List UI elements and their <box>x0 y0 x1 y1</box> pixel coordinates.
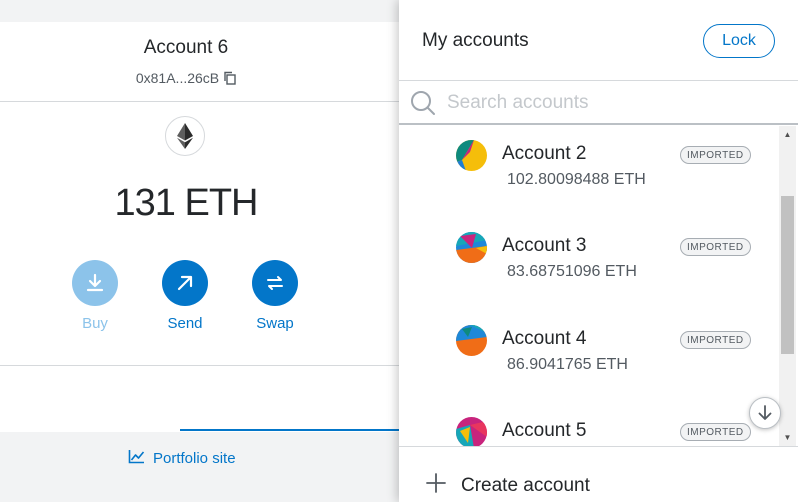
account-item-2[interactable]: Account 2 102.80098488 ETH IMPORTED <box>399 126 779 216</box>
account-header: Account 6 0x81A...26cB <box>0 22 430 102</box>
account-item-5[interactable]: Account 5 IMPORTED <box>399 403 779 446</box>
download-icon[interactable] <box>72 260 118 306</box>
account-name[interactable]: Account 4 <box>502 328 587 350</box>
buy-button[interactable]: Buy <box>65 260 125 332</box>
portfolio-site-label[interactable]: Portfolio site <box>153 450 236 467</box>
create-account-label[interactable]: Create account <box>461 475 590 497</box>
ethereum-icon <box>165 116 205 156</box>
account-avatar-icon <box>456 232 487 263</box>
swap-arrows-icon[interactable] <box>252 260 298 306</box>
account-avatar-icon <box>456 325 487 356</box>
address-text[interactable]: 0x81A...26cB <box>136 70 219 86</box>
menu-title: My accounts <box>422 30 529 51</box>
search-icon <box>410 90 436 121</box>
account-name[interactable]: Account 3 <box>502 235 587 257</box>
copy-icon[interactable] <box>223 71 236 88</box>
swap-button[interactable]: Swap <box>245 260 305 332</box>
scroll-down-arrow-icon[interactable]: ▼ <box>779 429 796 446</box>
account-name[interactable]: Account 2 <box>502 143 587 165</box>
wallet-overview: Account 6 0x81A...26cB 131 ETH Buy Send … <box>0 22 430 502</box>
account-item-3[interactable]: Account 3 83.68751096 ETH IMPORTED <box>399 218 779 308</box>
send-label[interactable]: Send <box>155 315 215 332</box>
account-list-scrollbar[interactable]: ▲ ▼ <box>779 126 796 446</box>
search-accounts-input[interactable] <box>447 89 777 117</box>
menu-footer-divider <box>399 446 798 447</box>
active-tab-indicator <box>180 429 430 431</box>
buy-label[interactable]: Buy <box>65 315 125 332</box>
account-list: Account 2 102.80098488 ETH IMPORTED Acco… <box>399 126 779 446</box>
account-balance: 102.80098488 ETH <box>507 171 646 188</box>
scroll-thumb[interactable] <box>781 196 794 354</box>
tabs-divider <box>0 365 430 366</box>
portfolio-site-link[interactable]: Portfolio site <box>128 449 236 468</box>
send-button[interactable]: Send <box>155 260 215 332</box>
imported-badge: IMPORTED <box>680 146 751 164</box>
create-account-button[interactable]: Create account <box>425 472 590 500</box>
account-avatar-icon <box>456 417 487 446</box>
scroll-to-bottom-button[interactable] <box>749 397 781 429</box>
scroll-up-arrow-icon[interactable]: ▲ <box>779 126 796 143</box>
arrow-down-icon <box>758 405 772 420</box>
account-item-4[interactable]: Account 4 86.9041765 ETH IMPORTED <box>399 311 779 401</box>
lock-button[interactable]: Lock <box>703 24 775 58</box>
account-balance: 86.9041765 ETH <box>507 356 628 373</box>
swap-label[interactable]: Swap <box>245 315 305 332</box>
imported-badge: IMPORTED <box>680 238 751 256</box>
arrow-up-right-icon[interactable] <box>162 260 208 306</box>
search-bar <box>399 81 798 125</box>
imported-badge: IMPORTED <box>680 331 751 349</box>
account-balance: 83.68751096 ETH <box>507 263 637 280</box>
account-address[interactable]: 0x81A...26cB <box>0 70 372 88</box>
eth-balance: 131 ETH <box>114 182 259 224</box>
account-name[interactable]: Account 5 <box>502 420 587 442</box>
plus-icon <box>425 472 447 500</box>
imported-badge: IMPORTED <box>680 423 751 441</box>
chart-icon <box>128 449 145 468</box>
account-avatar-icon <box>456 140 487 171</box>
accounts-menu: My accounts Lock Account 2 102.80098488 … <box>399 0 798 502</box>
account-name[interactable]: Account 6 <box>0 37 372 59</box>
